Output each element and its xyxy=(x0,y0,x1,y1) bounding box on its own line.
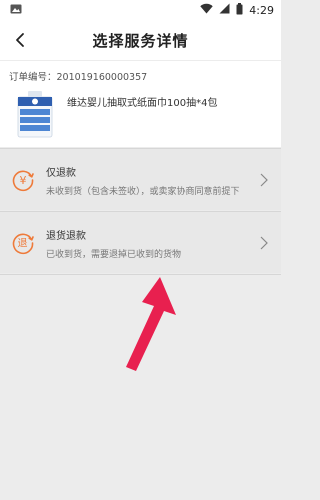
order-number: 订单编号：201019160000357 xyxy=(9,69,147,83)
return-refund-icon: 退 xyxy=(11,231,35,255)
back-button[interactable] xyxy=(8,28,32,52)
status-right: 4:29 xyxy=(200,2,274,18)
product-image[interactable] xyxy=(16,89,54,139)
image-icon xyxy=(10,3,22,18)
option-title: 仅退款 xyxy=(46,168,76,179)
chevron-right-icon xyxy=(259,235,269,250)
order-number-value: 201019160000357 xyxy=(56,72,148,83)
status-bar: 4:29 xyxy=(0,0,281,20)
svg-text:¥: ¥ xyxy=(20,174,27,187)
status-time: 4:29 xyxy=(249,3,274,17)
header-bar: 选择服务详情 xyxy=(0,20,281,60)
order-info-section: 订单编号：201019160000357 维达婴儿抽取式纸面巾100抽*4包 xyxy=(0,61,281,147)
order-number-label: 订单编号： xyxy=(9,72,57,83)
wifi-icon xyxy=(200,3,213,17)
option-description: 未收到货（包含未签收），或卖家协商同意前提下 xyxy=(46,187,240,197)
chevron-right-icon xyxy=(259,172,269,187)
option-description: 已收到货，需要退掉已收到的货物 xyxy=(46,250,182,260)
option-refund-only[interactable]: ¥ 仅退款 未收到货（包含未签收），或卖家协商同意前提下 xyxy=(0,148,281,210)
option-title: 退货退款 xyxy=(46,231,86,242)
battery-icon xyxy=(236,2,243,18)
annotation-arrow-icon xyxy=(118,275,178,375)
svg-text:退: 退 xyxy=(18,238,28,250)
chevron-left-icon xyxy=(16,33,24,47)
page-title: 选择服务详情 xyxy=(92,31,189,50)
product-name: 维达婴儿抽取式纸面巾100抽*4包 xyxy=(67,98,218,109)
option-return-refund[interactable]: 退 退货退款 已收到货，需要退掉已收到的货物 xyxy=(0,211,281,273)
status-left xyxy=(10,3,22,18)
signal-icon xyxy=(219,3,230,17)
refund-yen-icon: ¥ xyxy=(11,168,35,192)
